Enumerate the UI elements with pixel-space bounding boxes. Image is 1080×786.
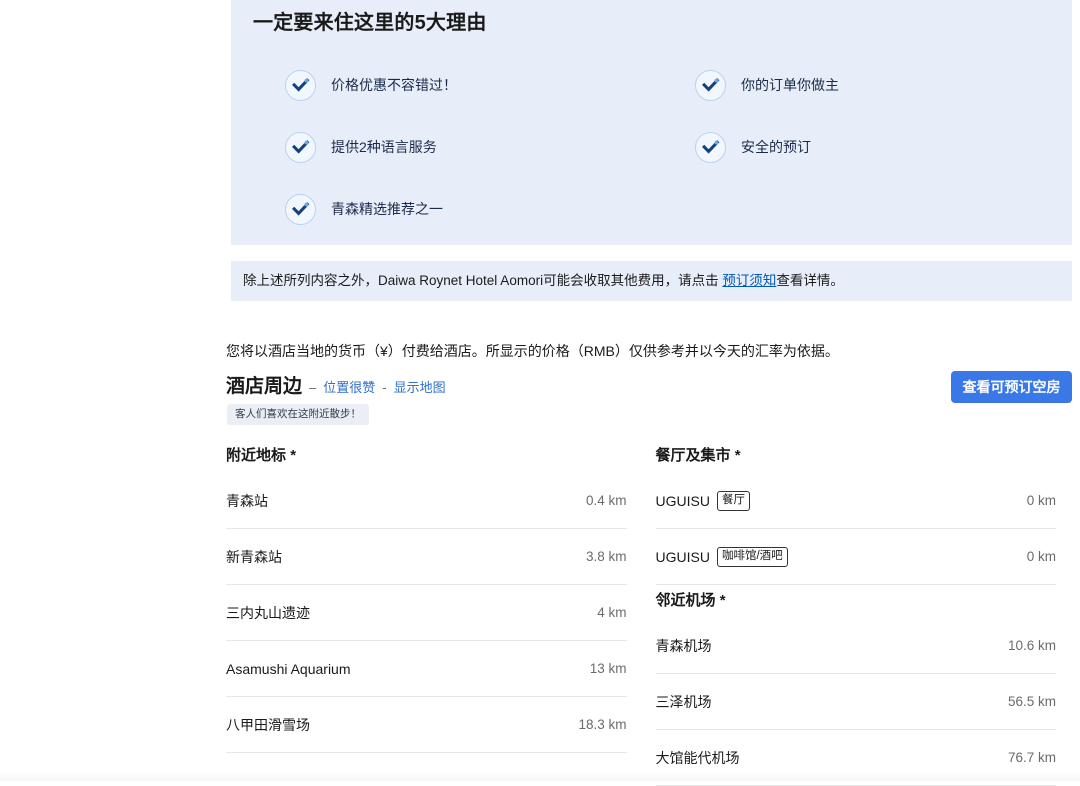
- poi-distance: 3.8 km: [586, 549, 627, 564]
- poi-distance: 76.7 km: [1008, 750, 1056, 765]
- table-row: 新青森站 3.8 km: [226, 529, 627, 585]
- poi-name-text: 青森站: [226, 491, 268, 511]
- poi-distance: 0.4 km: [586, 493, 627, 508]
- poi-heading-asterisk: *: [720, 592, 726, 609]
- poi-distance: 18.3 km: [578, 717, 626, 732]
- table-row: 三泽机场 56.5 km: [656, 674, 1057, 730]
- check-circle-icon: [285, 194, 316, 225]
- poi-distance: 56.5 km: [1008, 694, 1056, 709]
- check-circle-icon: [695, 132, 726, 163]
- poi-distance: 13 km: [590, 661, 627, 676]
- show-map-link[interactable]: 显示地图: [394, 377, 446, 396]
- notice-text: 除上述所列内容之外，Daiwa Roynet Hotel Aomori可能会收取…: [243, 271, 844, 291]
- check-availability-button[interactable]: 查看可预订空房: [951, 371, 1072, 403]
- poi-section-landmarks: 附近地标 * 青森站 0.4 km 新青森站 3.8 km 三内丸山遗迹 4 k…: [226, 440, 627, 753]
- extra-charges-notice: 除上述所列内容之外，Daiwa Roynet Hotel Aomori可能会收取…: [231, 261, 1072, 301]
- poi-name-text: 三泽机场: [656, 692, 712, 712]
- poi-name: Asamushi Aquarium: [226, 659, 351, 679]
- benefit-label: 提供2种语言服务: [331, 137, 437, 157]
- notice-text-before: 除上述所列内容之外，Daiwa Roynet Hotel Aomori可能会收取…: [243, 273, 722, 288]
- poi-columns: 附近地标 * 青森站 0.4 km 新青森站 3.8 km 三内丸山遗迹 4 k…: [226, 440, 1056, 786]
- poi-distance: 10.6 km: [1008, 638, 1056, 653]
- poi-heading-asterisk: *: [735, 447, 741, 464]
- poi-section-heading: 附近地标 *: [226, 440, 627, 467]
- benefit-label: 价格优惠不容错过！: [331, 75, 457, 95]
- benefit-label: 青森精选推荐之一: [331, 199, 443, 219]
- poi-name: 青森站: [226, 491, 268, 511]
- benefits-panel: 一定要来住这里的5大理由 价格优惠不容错过！ 你: [231, 0, 1072, 245]
- heading-dash: –: [309, 380, 316, 395]
- poi-column-right: 餐厅及集市 * UGUISU餐厅 0 km UGUISU咖啡馆/酒吧 0 km …: [656, 440, 1057, 786]
- poi-distance: 0 km: [1027, 493, 1056, 508]
- table-row: UGUISU 咖啡馆/酒吧 0 km: [656, 529, 1057, 585]
- poi-name-text: UGUISU: [656, 491, 710, 511]
- benefit-item: 青森精选推荐之一: [253, 178, 663, 240]
- check-circle-icon: [695, 70, 726, 101]
- poi-name-text: 新青森站: [226, 547, 282, 567]
- poi-name-text: 青森机场: [656, 636, 712, 656]
- benefit-label: 安全的预订: [741, 137, 811, 157]
- property-page: 一定要来住这里的5大理由 价格优惠不容错过！ 你: [0, 0, 1080, 781]
- poi-section-heading: 餐厅及集市 *: [656, 440, 1057, 467]
- check-circle-icon: [285, 132, 316, 163]
- poi-list: UGUISU 餐厅 0 km UGUISU 咖啡馆/酒吧 0 km: [656, 473, 1057, 585]
- poi-list: 青森站 0.4 km 新青森站 3.8 km 三内丸山遗迹 4 km Asamu…: [226, 473, 627, 753]
- poi-name: UGUISU 餐厅: [656, 491, 750, 511]
- benefit-item: 你的订单你做主: [663, 54, 1073, 116]
- poi-heading-text: 邻近机场: [656, 592, 716, 609]
- surroundings-heading-row: 酒店周边 – 位置很赞 - 显示地图: [226, 374, 446, 400]
- check-circle-icon: [285, 70, 316, 101]
- poi-section-heading: 邻近机场 *: [656, 585, 1057, 612]
- poi-name-text: UGUISU: [656, 547, 710, 567]
- table-row: 青森站 0.4 km: [226, 473, 627, 529]
- poi-list: 青森机场 10.6 km 三泽机场 56.5 km 大馆能代机场 76.7 km: [656, 618, 1057, 786]
- benefit-label: 你的订单你做主: [741, 75, 839, 95]
- poi-name: 新青森站: [226, 547, 282, 567]
- table-row: Asamushi Aquarium 13 km: [226, 641, 627, 697]
- benefit-item: 提供2种语言服务: [253, 116, 663, 178]
- poi-section-airports: 邻近机场 * 青森机场 10.6 km 三泽机场 56.5 km 大馆能代机场 …: [656, 585, 1057, 786]
- poi-section-restaurants: 餐厅及集市 * UGUISU 餐厅 0 km UGUISU 咖啡馆/酒吧 0 km: [656, 440, 1057, 585]
- currency-note: 您将以酒店当地的货币（¥）付费给酒店。所显示的价格（RMB）仅供参考并以今天的汇…: [226, 341, 1076, 361]
- table-row: UGUISU 餐厅 0 km: [656, 473, 1057, 529]
- poi-heading-text: 附近地标: [226, 447, 286, 464]
- poi-name-text: 八甲田滑雪场: [226, 715, 310, 735]
- poi-name-text: 三内丸山遗迹: [226, 603, 310, 623]
- poi-type-tag: 咖啡馆/酒吧: [717, 547, 788, 567]
- poi-name: 大馆能代机场: [656, 748, 740, 768]
- poi-name: 八甲田滑雪场: [226, 715, 310, 735]
- poi-name: 青森机场: [656, 636, 712, 656]
- benefit-item: 价格优惠不容错过！: [253, 54, 663, 116]
- table-row: 三内丸山遗迹 4 km: [226, 585, 627, 641]
- booking-conditions-link[interactable]: 预订须知: [722, 273, 776, 288]
- heading-dash: -: [382, 380, 386, 395]
- poi-name: 三内丸山遗迹: [226, 603, 310, 623]
- poi-distance: 4 km: [597, 605, 626, 620]
- poi-heading-asterisk: *: [290, 447, 296, 464]
- poi-column-left: 附近地标 * 青森站 0.4 km 新青森站 3.8 km 三内丸山遗迹 4 k…: [226, 440, 627, 786]
- poi-type-tag: 餐厅: [717, 491, 750, 511]
- benefits-title: 一定要来住这里的5大理由: [253, 0, 1050, 38]
- poi-distance: 0 km: [1027, 549, 1056, 564]
- great-location-link[interactable]: 位置很赞: [323, 377, 375, 396]
- poi-heading-text: 餐厅及集市: [656, 447, 731, 464]
- benefits-grid: 价格优惠不容错过！ 你的订单你做主 提供2种: [253, 54, 1050, 240]
- poi-name-text: 大馆能代机场: [656, 748, 740, 768]
- poi-name: UGUISU 咖啡馆/酒吧: [656, 547, 788, 567]
- table-row: 青森机场 10.6 km: [656, 618, 1057, 674]
- page-title: 酒店周边: [226, 374, 302, 400]
- poi-name-text: Asamushi Aquarium: [226, 659, 351, 679]
- poi-name: 三泽机场: [656, 692, 712, 712]
- notice-text-after: 查看详情。: [776, 273, 844, 288]
- benefit-item: 安全的预订: [663, 116, 1073, 178]
- walkability-badge: 客人们喜欢在这附近散步！: [227, 404, 369, 425]
- table-row: 八甲田滑雪场 18.3 km: [226, 697, 627, 753]
- table-row: 大馆能代机场 76.7 km: [656, 730, 1057, 786]
